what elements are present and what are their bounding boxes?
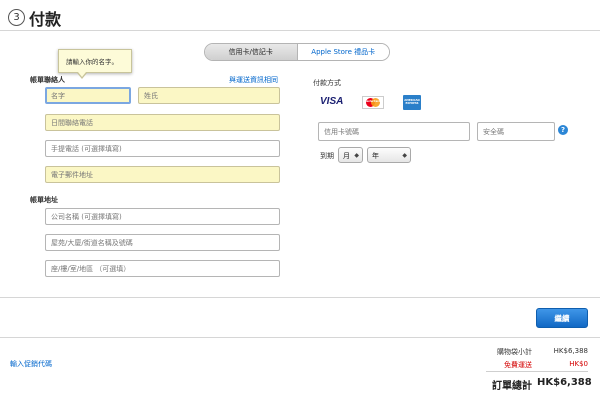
unit-input[interactable]: 座/樓/室/地區 （可選填） (45, 260, 280, 277)
step-number-icon: 3 (8, 9, 25, 26)
same-as-shipping-link[interactable]: 與運送資訊相同 (229, 75, 278, 85)
first-name-input[interactable]: 名字 (45, 87, 131, 104)
validation-tooltip: 請輸入你的名字。 (58, 49, 132, 73)
chevron-down-icon: ◆ (354, 152, 359, 159)
total-value: HK$6,388 (537, 377, 592, 388)
visa-logo: VISA (320, 96, 344, 107)
tab-credit-card[interactable]: 信用卡/信記卡 (205, 44, 297, 60)
total-label: 訂單總計 (492, 381, 532, 392)
expiry-month-value: 月 (343, 152, 350, 160)
expiry-year-value: 年 (372, 152, 379, 160)
billing-contact-label: 帳單聯絡人 (30, 76, 65, 84)
company-input[interactable]: 公司名稱 (可選擇填寫) (45, 208, 280, 225)
chevron-down-icon: ◆ (402, 152, 407, 159)
page-title: 付款 (29, 10, 62, 29)
payment-tabs: 信用卡/信記卡 Apple Store 禮品卡 (204, 43, 390, 61)
expiry-year-select[interactable]: 年 ◆ (367, 147, 411, 163)
action-divider-top (0, 297, 600, 298)
payment-method-label: 付款方式 (313, 79, 341, 87)
mastercard-wordmark: MasterCard (364, 100, 381, 103)
billing-address-label: 帳單地址 (30, 196, 58, 204)
day-phone-input[interactable]: 日間聯絡電話 (45, 114, 280, 131)
last-name-input[interactable]: 姓氏 (138, 87, 280, 104)
free-shipping-label: 免費運送 (504, 361, 532, 369)
amex-logo: AMERICAN EXPRESS (403, 95, 421, 110)
card-number-input[interactable]: 信用卡號碼 (318, 122, 470, 141)
continue-button[interactable]: 繼續 (536, 308, 588, 328)
subtotal-value: HK$6,388 (553, 347, 588, 355)
tooltip-tail-fill (78, 72, 86, 77)
amex-wordmark: AMERICAN EXPRESS (404, 99, 420, 106)
tab-gift-card[interactable]: Apple Store 禮品卡 (296, 44, 389, 60)
promo-code-link[interactable]: 輸入促銷代碼 (10, 359, 52, 369)
expiry-label: 到期 (320, 152, 334, 160)
mobile-phone-input[interactable]: 手提電話 (可選擇填寫) (45, 140, 280, 157)
email-input[interactable]: 電子郵件地址 (45, 166, 280, 183)
summary-divider (486, 371, 588, 372)
security-code-input[interactable]: 安全碼 (477, 122, 555, 141)
mastercard-logo: MasterCard (362, 96, 384, 109)
shipping-value: HK$0 (569, 360, 588, 368)
expiry-month-select[interactable]: 月 ◆ (338, 147, 363, 163)
help-icon[interactable]: ? (558, 125, 568, 135)
header-divider (0, 30, 600, 31)
subtotal-label: 購物袋小計 (497, 348, 532, 356)
street-input[interactable]: 屋苑/大廈/街道名稱及號碼 (45, 234, 280, 251)
action-divider-bottom (0, 337, 600, 338)
